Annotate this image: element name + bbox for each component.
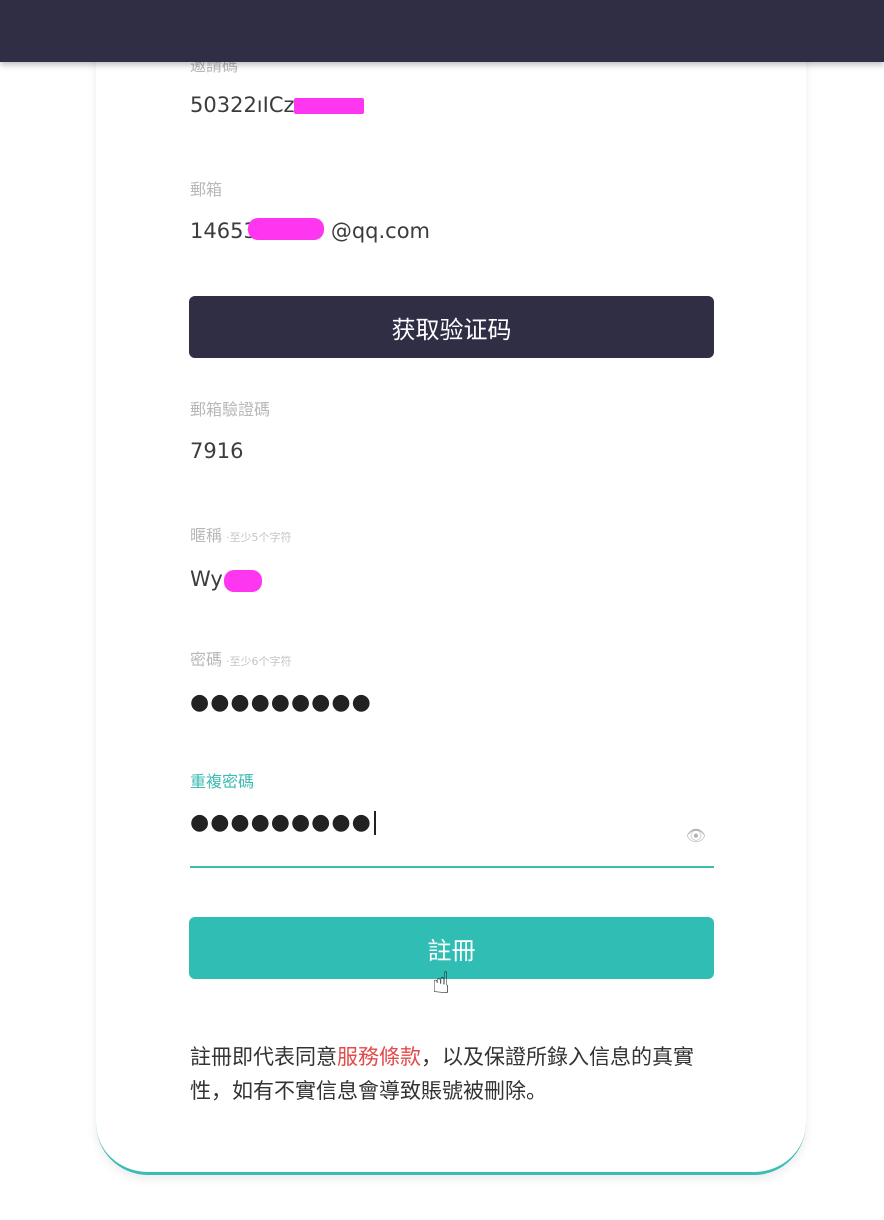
confirm-password-text: ●●●●●●●●● xyxy=(190,810,372,835)
confirm-password-value[interactable]: ●●●●●●●●● xyxy=(190,810,714,838)
redaction-mark xyxy=(224,570,262,592)
redaction-mark xyxy=(248,218,324,240)
nickname-value[interactable]: Wy xyxy=(190,566,714,594)
password-hint: ·至少6个字符 xyxy=(226,655,292,668)
email-code-field[interactable]: 郵箱驗證碼 7916 xyxy=(190,400,714,466)
email-field[interactable]: 郵箱 14653 @qq.com xyxy=(190,180,714,246)
nickname-hint: ·至少5个字符 xyxy=(226,531,292,544)
email-label: 郵箱 xyxy=(190,180,223,199)
text-caret xyxy=(373,811,376,835)
email-value-suffix: @qq.com xyxy=(330,219,430,243)
email-code-label: 郵箱驗證碼 xyxy=(190,400,271,419)
redaction-mark xyxy=(294,98,364,114)
nickname-field[interactable]: 暱稱 ·至少5个字符 Wy xyxy=(190,526,714,594)
email-code-value[interactable]: 7916 xyxy=(190,438,714,466)
nickname-label: 暱稱 ·至少5个字符 xyxy=(190,526,714,548)
email-value-prefix: 14653 xyxy=(190,219,257,243)
confirm-password-field[interactable]: 重複密碼 ●●●●●●●●● 👁 xyxy=(190,772,714,872)
eye-icon[interactable]: 👁 xyxy=(686,826,706,845)
terms-prefix: 註冊即代表同意 xyxy=(190,1045,337,1069)
nickname-label-text: 暱稱 xyxy=(190,526,223,545)
register-button[interactable]: 註冊 xyxy=(189,917,714,979)
invite-code-field[interactable]: 邀請碼 50322ıICz xyxy=(190,56,714,120)
password-label: 密碼 ·至少6个字符 xyxy=(190,650,714,672)
confirm-password-label: 重複密碼 xyxy=(190,772,255,791)
terms-of-service-link[interactable]: 服務條款 xyxy=(337,1045,421,1069)
top-header-bar xyxy=(0,0,884,62)
password-field[interactable]: 密碼 ·至少6个字符 ●●●●●●●●● xyxy=(190,650,714,718)
invite-code-value[interactable]: 50322ıICz xyxy=(190,92,714,120)
password-value[interactable]: ●●●●●●●●● xyxy=(190,690,714,718)
get-verification-code-button[interactable]: 获取验证码 xyxy=(189,296,714,358)
field-underline xyxy=(190,866,714,868)
hand-pointer-cursor-icon: ☝ xyxy=(432,966,451,1001)
terms-notice: 註冊即代表同意服務條款，以及保證所錄入信息的真實性，如有不實信息會導致賬號被刪除… xyxy=(190,1040,720,1108)
password-label-text: 密碼 xyxy=(190,650,223,669)
